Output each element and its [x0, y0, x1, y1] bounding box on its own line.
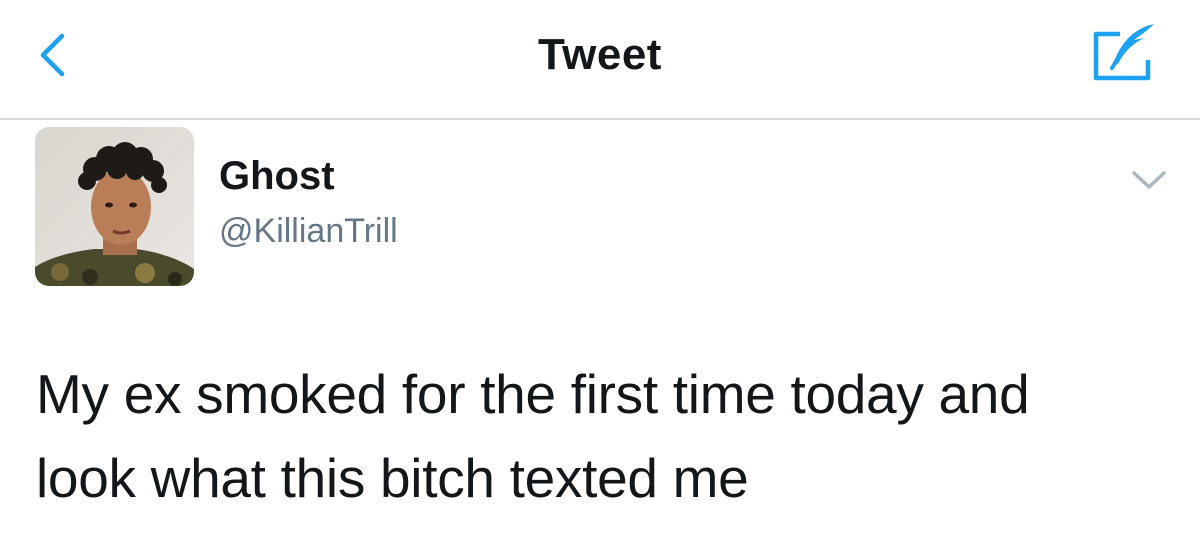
- compose-tweet-button[interactable]: [1090, 22, 1160, 84]
- author-display-name[interactable]: Ghost: [219, 154, 335, 199]
- chevron-down-icon: [1132, 171, 1166, 189]
- profile-photo: [35, 127, 194, 286]
- tweet-text: My ex smoked for the first time today an…: [36, 352, 1176, 520]
- avatar[interactable]: [35, 127, 194, 286]
- tweet-text-line: My ex smoked for the first time today an…: [36, 363, 1030, 425]
- author-username[interactable]: @KillianTrill: [219, 212, 398, 251]
- page-title: Tweet: [538, 30, 662, 79]
- tweet-options-button[interactable]: [1130, 168, 1168, 192]
- tweet-text-line: look what this bitch texted me: [36, 447, 749, 509]
- navigation-bar: Tweet: [0, 0, 1200, 120]
- compose-tweet-icon: [1093, 24, 1154, 81]
